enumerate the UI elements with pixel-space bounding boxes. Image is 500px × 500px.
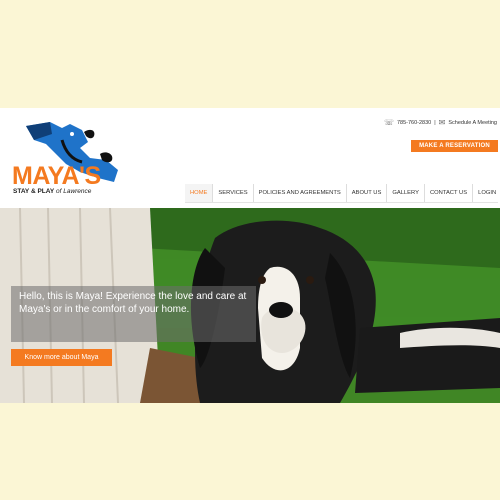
brand-tagline: STAY & PLAY of Lawrence: [13, 188, 92, 195]
mail-icon: ✉: [438, 118, 446, 127]
contact-bar: ☏ 785-760-2830 | ✉ Schedule A Meeting: [384, 118, 497, 127]
hero-banner: Hello, this is Maya! Experience the love…: [0, 208, 500, 403]
hero-caption: Hello, this is Maya! Experience the love…: [19, 291, 247, 315]
hero-caption-box: Hello, this is Maya! Experience the love…: [11, 286, 256, 342]
phone-icon: ☏: [383, 118, 394, 127]
contact-separator: |: [434, 119, 436, 126]
make-reservation-button[interactable]: MAKE A RESERVATION: [411, 140, 498, 152]
brand-name: MAYA'S: [12, 162, 101, 190]
website: MAYA'S STAY & PLAY of Lawrence ☏ 785-760…: [0, 108, 500, 403]
header: MAYA'S STAY & PLAY of Lawrence ☏ 785-760…: [0, 108, 500, 208]
nav-gallery[interactable]: GALLERY: [386, 184, 424, 202]
nav-services[interactable]: SERVICES: [212, 184, 252, 202]
nav-home[interactable]: HOME: [185, 184, 213, 202]
nav-contact-us[interactable]: CONTACT US: [423, 184, 472, 202]
nav-policies[interactable]: POLICIES AND AGREEMENTS: [252, 184, 346, 202]
nav-about-us[interactable]: ABOUT US: [345, 184, 387, 202]
main-nav: HOME SERVICES POLICIES AND AGREEMENTS AB…: [185, 184, 500, 202]
nav-divider: [185, 202, 498, 203]
schedule-meeting-link[interactable]: Schedule A Meeting: [448, 120, 497, 126]
know-more-button[interactable]: Know more about Maya: [11, 349, 112, 366]
nav-login[interactable]: LOGIN: [472, 184, 500, 202]
phone-number[interactable]: 785-760-2830: [397, 120, 431, 126]
